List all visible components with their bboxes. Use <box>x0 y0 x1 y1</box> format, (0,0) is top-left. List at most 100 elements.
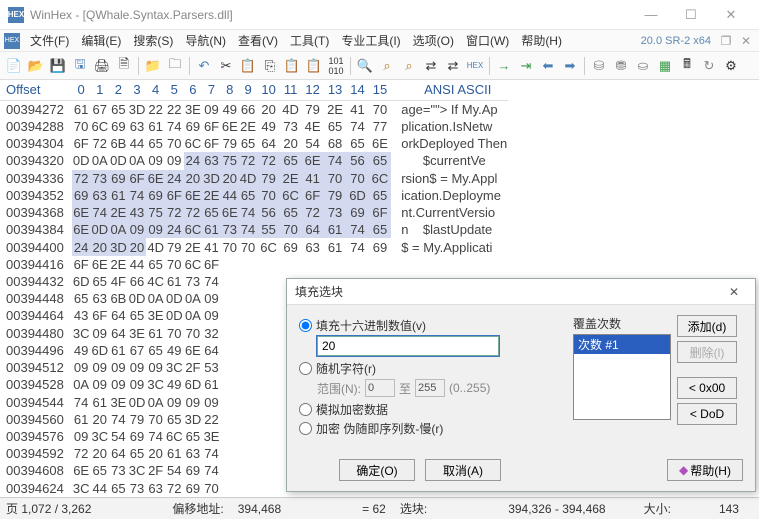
byte-cell[interactable]: 70 <box>257 187 279 204</box>
byte-cell[interactable]: 65 <box>128 445 147 462</box>
byte-cell[interactable]: 63 <box>202 152 221 169</box>
byte-cell[interactable] <box>257 359 279 376</box>
opt-random[interactable]: 随机字符(r) <box>299 360 573 377</box>
byte-cell[interactable]: 20 <box>128 238 147 255</box>
byte-cell[interactable]: 61 <box>109 187 128 204</box>
byte-cell[interactable]: 56 <box>257 204 279 221</box>
byte-cell[interactable] <box>221 462 239 479</box>
byte-cell[interactable]: 4E <box>301 118 323 135</box>
byte-cell[interactable]: 6F <box>369 204 391 221</box>
byte-cell[interactable] <box>257 445 279 462</box>
opt-fill-hex[interactable]: 填充十六进制数值(v) <box>299 317 573 334</box>
hex-value-input[interactable] <box>317 336 499 356</box>
opt-encrypt-radio[interactable] <box>299 422 312 435</box>
byte-cell[interactable]: 09 <box>90 359 109 376</box>
byte-cell[interactable]: 77 <box>369 118 391 135</box>
byte-cell[interactable]: 61 <box>202 221 221 238</box>
byte-cell[interactable]: 0D <box>165 290 184 307</box>
byte-cell[interactable]: 24 <box>165 221 184 238</box>
new-icon[interactable]: 📄 <box>4 56 24 76</box>
byte-cell[interactable]: 65 <box>90 273 109 290</box>
byte-cell[interactable]: 0A <box>90 152 109 169</box>
byte-cell[interactable]: 64 <box>109 325 128 342</box>
cancel-button[interactable]: 取消(A) <box>425 459 501 481</box>
byte-cell[interactable]: 72 <box>165 204 184 221</box>
copy2-icon[interactable]: ⎘ <box>260 56 280 76</box>
menu-item[interactable]: 帮助(H) <box>515 32 568 50</box>
byte-cell[interactable] <box>257 325 279 342</box>
byte-cell[interactable]: 69 <box>184 462 203 479</box>
byte-cell[interactable]: 0A <box>109 221 128 238</box>
byte-cell[interactable]: 61 <box>146 118 165 135</box>
byte-cell[interactable]: 4F <box>109 273 128 290</box>
byte-cell[interactable]: 6E <box>72 204 91 221</box>
byte-cell[interactable]: 0A <box>146 290 165 307</box>
byte-cell[interactable]: 66 <box>128 273 147 290</box>
byte-cell[interactable] <box>301 256 323 273</box>
ascii-cell[interactable] <box>391 256 508 273</box>
byte-cell[interactable]: 72 <box>72 170 91 187</box>
disk1-icon[interactable]: ⛁ <box>589 56 609 76</box>
byte-cell[interactable]: 09 <box>202 100 221 118</box>
byte-cell[interactable]: 20 <box>90 411 109 428</box>
byte-cell[interactable]: 3D <box>184 411 203 428</box>
byte-cell[interactable]: 6D <box>72 273 91 290</box>
byte-cell[interactable]: 73 <box>90 170 109 187</box>
byte-cell[interactable] <box>257 273 279 290</box>
byte-cell[interactable]: 44 <box>90 479 109 497</box>
byte-cell[interactable]: 65 <box>324 118 346 135</box>
opt-fill-hex-radio[interactable] <box>299 319 312 332</box>
byte-cell[interactable]: 73 <box>324 204 346 221</box>
byte-cell[interactable]: 6C <box>90 118 109 135</box>
byte-cell[interactable]: 65 <box>146 342 165 359</box>
byte-cell[interactable]: 32 <box>202 325 221 342</box>
byte-cell[interactable]: 09 <box>90 325 109 342</box>
byte-cell[interactable]: 70 <box>239 238 258 255</box>
byte-cell[interactable]: 61 <box>72 411 91 428</box>
disk2-icon[interactable]: ⛃ <box>611 56 631 76</box>
byte-cell[interactable]: 72 <box>165 479 184 497</box>
byte-cell[interactable]: 3C <box>165 359 184 376</box>
list-item[interactable]: 次数 #1 <box>574 335 670 354</box>
byte-cell[interactable]: 49 <box>257 118 279 135</box>
byte-cell[interactable]: 74 <box>346 238 368 255</box>
byte-cell[interactable]: 69 <box>109 170 128 187</box>
save-icon[interactable]: 💾 <box>48 56 68 76</box>
byte-cell[interactable]: 3C <box>146 376 165 393</box>
byte-cell[interactable]: 0A <box>128 152 147 169</box>
goto-icon[interactable]: → <box>494 56 514 76</box>
menu-item[interactable]: 查看(V) <box>232 32 284 50</box>
byte-cell[interactable] <box>257 479 279 497</box>
byte-cell[interactable]: 44 <box>128 135 147 152</box>
hex-icon[interactable]: HEX <box>465 56 485 76</box>
replace-icon[interactable]: ⇄ <box>421 56 441 76</box>
byte-cell[interactable]: 09 <box>165 152 184 169</box>
byte-cell[interactable]: 20 <box>280 135 302 152</box>
byte-cell[interactable]: 6C <box>369 170 391 187</box>
byte-cell[interactable]: 0A <box>184 290 203 307</box>
byte-cell[interactable]: 73 <box>184 273 203 290</box>
byte-cell[interactable]: 53 <box>202 359 221 376</box>
byte-cell[interactable]: 09 <box>146 152 165 169</box>
byte-cell[interactable]: 49 <box>221 100 239 118</box>
byte-cell[interactable] <box>221 256 239 273</box>
byte-cell[interactable]: 61 <box>146 325 165 342</box>
byte-cell[interactable]: 67 <box>90 100 109 118</box>
byte-cell[interactable]: 24 <box>165 170 184 187</box>
byte-cell[interactable] <box>257 342 279 359</box>
byte-cell[interactable]: 3D <box>202 170 221 187</box>
byte-cell[interactable]: 44 <box>128 256 147 273</box>
byte-cell[interactable]: 09 <box>146 359 165 376</box>
menu-item[interactable]: 选项(O) <box>407 32 460 50</box>
byte-cell[interactable]: 65 <box>369 152 391 169</box>
byte-cell[interactable] <box>280 256 302 273</box>
byte-cell[interactable]: 0D <box>128 290 147 307</box>
byte-cell[interactable]: 3C <box>90 428 109 445</box>
byte-cell[interactable]: 09 <box>128 376 147 393</box>
byte-cell[interactable]: 41 <box>346 100 368 118</box>
byte-cell[interactable]: 65 <box>280 204 302 221</box>
byte-cell[interactable]: 63 <box>90 187 109 204</box>
byte-cell[interactable]: 6F <box>128 170 147 187</box>
fill-dod-button[interactable]: < DoD <box>677 403 737 425</box>
byte-cell[interactable]: 75 <box>221 152 239 169</box>
